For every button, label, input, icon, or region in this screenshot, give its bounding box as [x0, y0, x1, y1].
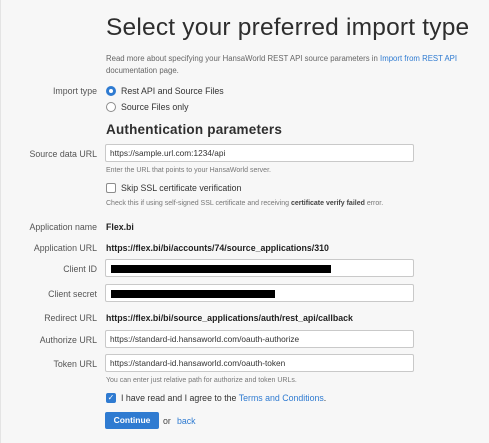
radio-source-files-only[interactable]: [106, 102, 116, 112]
token-url-hint: You can enter just relative path for aut…: [106, 377, 297, 384]
radio-rest-api-and-source-files[interactable]: [106, 86, 116, 96]
application-url-label: Application URL: [33, 243, 97, 253]
application-name-label: Application name: [29, 222, 97, 232]
radio-label-source-files[interactable]: Source Files only: [121, 102, 188, 112]
checkmark-icon: ✓: [107, 393, 115, 402]
token-url-label: Token URL: [53, 359, 97, 369]
intro-text-tail: documentation page.: [106, 66, 179, 75]
client-id-input[interactable]: [105, 259, 414, 277]
continue-button[interactable]: Continue: [105, 412, 159, 429]
terms-checkbox[interactable]: ✓: [106, 393, 116, 403]
import-settings-page: Select your preferred import type Read m…: [0, 0, 489, 443]
source-data-url-input[interactable]: https://sample.url.com:1234/api: [105, 144, 414, 162]
import-type-label: Import type: [52, 86, 97, 96]
terms-label: I have read and I agree to the Terms and…: [121, 393, 326, 403]
radio-label-rest-api[interactable]: Rest API and Source Files: [121, 86, 224, 96]
intro-text: Read more about specifying your HansaWor…: [106, 53, 478, 77]
skip-ssl-hint: Check this if using self-signed SSL cert…: [106, 200, 383, 207]
source-data-url-hint: Enter the URL that points to your HansaW…: [106, 167, 271, 174]
client-id-label: Client ID: [63, 264, 97, 274]
terms-text: I have read and I agree to the: [121, 393, 239, 403]
authorize-url-input[interactable]: https://standard-id.hansaworld.com/oauth…: [105, 330, 414, 348]
skip-ssl-hint-lead: Check this if using self-signed SSL cert…: [106, 200, 291, 207]
skip-ssl-checkbox[interactable]: [106, 183, 116, 193]
application-name-value: Flex.bi: [106, 222, 134, 232]
redirect-url-label: Redirect URL: [44, 313, 97, 323]
page-title: Select your preferred import type: [106, 14, 470, 41]
skip-ssl-hint-bold: certificate verify failed: [290, 200, 365, 207]
back-link[interactable]: back: [177, 416, 196, 426]
client-secret-label: Client secret: [48, 289, 97, 299]
token-url-input[interactable]: https://standard-id.hansaworld.com/oauth…: [105, 354, 414, 372]
intro-text-lead: Read more about specifying your HansaWor…: [106, 54, 381, 63]
client-secret-input[interactable]: [105, 284, 414, 302]
client-id-redaction: [111, 265, 331, 273]
source-data-url-label: Source data URL: [29, 149, 97, 159]
skip-ssl-label[interactable]: Skip SSL certificate verification: [121, 183, 241, 193]
skip-ssl-hint-tail: error.: [364, 200, 384, 207]
terms-suffix: .: [323, 393, 327, 403]
client-secret-redaction: [111, 290, 275, 298]
terms-link[interactable]: Terms and Conditions: [239, 393, 324, 403]
auth-section-heading: Authentication parameters: [106, 122, 283, 137]
authorize-url-label: Authorize URL: [39, 335, 97, 345]
or-text: or: [163, 416, 171, 426]
application-url-value: https://flex.bi/bi/accounts/74/source_ap…: [106, 243, 329, 253]
import-docs-link[interactable]: Import from REST API: [380, 54, 457, 63]
redirect-url-value: https://flex.bi/bi/source_applications/a…: [106, 313, 353, 323]
